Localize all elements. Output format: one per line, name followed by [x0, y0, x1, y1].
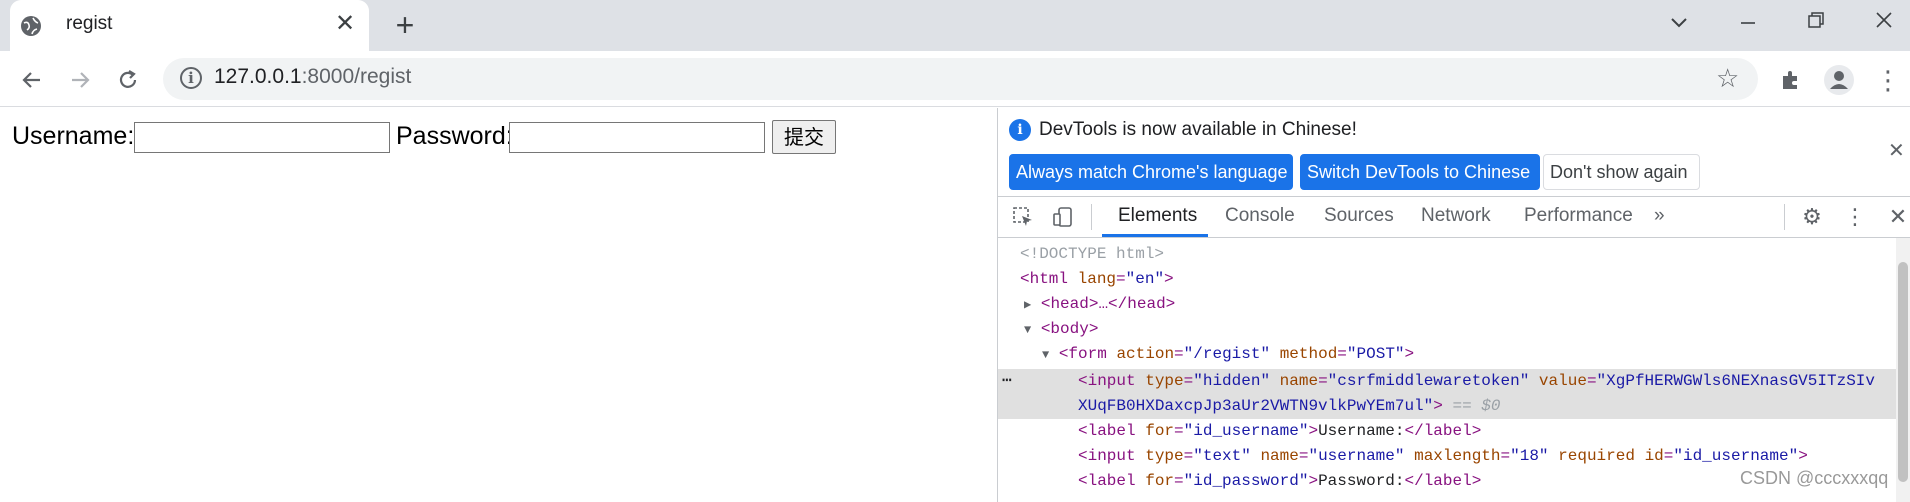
close-icon[interactable]: ✕ — [1888, 138, 1905, 163]
collapse-arrow-icon[interactable]: ▼ — [1042, 348, 1049, 362]
inspect-icon[interactable] — [1008, 202, 1038, 232]
close-icon[interactable]: ✕ — [1883, 202, 1910, 232]
password-label: Password: — [396, 122, 513, 150]
elements-tree: <!DOCTYPE html> <html lang="en"> ▶ <head… — [998, 238, 1896, 502]
tab-sources[interactable]: Sources — [1324, 205, 1394, 227]
switch-to-chinese-button[interactable]: Switch DevTools to Chinese — [1300, 154, 1540, 190]
dont-show-again-button[interactable]: Don't show again — [1543, 154, 1700, 190]
gear-icon[interactable]: ⚙ — [1797, 202, 1827, 232]
collapse-arrow-icon[interactable]: ▼ — [1024, 323, 1031, 337]
more-tabs-button[interactable]: » — [1654, 205, 1665, 227]
node-actions-icon[interactable]: ⋯ — [1002, 369, 1012, 394]
username-input[interactable] — [134, 122, 390, 153]
submit-button[interactable]: 提交 — [772, 120, 836, 154]
always-match-language-button[interactable]: Always match Chrome's language — [1009, 154, 1293, 190]
extensions-icon[interactable] — [1769, 58, 1813, 102]
minimize-icon[interactable] — [1714, 0, 1782, 44]
url-text[interactable]: 127.0.0.1:8000/regist — [214, 65, 411, 89]
tree-line-head[interactable]: ▶ <head>…</head> — [1024, 292, 1175, 317]
tree-line-body[interactable]: ▼ <body> — [1024, 317, 1098, 342]
info-icon[interactable]: i — [180, 67, 202, 89]
tab-performance[interactable]: Performance — [1524, 205, 1633, 227]
plus-icon[interactable]: + — [386, 7, 424, 45]
profile-icon[interactable] — [1817, 58, 1861, 102]
star-icon[interactable]: ☆ — [1716, 63, 1739, 94]
tree-line-input-username[interactable]: <input type="text" name="username" maxle… — [1078, 444, 1808, 469]
tab-title: regist — [66, 13, 113, 34]
forward-icon[interactable] — [58, 58, 102, 102]
toolbar-divider — [1784, 204, 1785, 230]
tab-elements[interactable]: Elements — [1118, 205, 1197, 227]
close-window-icon[interactable] — [1850, 0, 1910, 44]
reload-icon[interactable] — [106, 58, 150, 102]
toolbar-divider — [1091, 204, 1092, 230]
close-icon[interactable]: ✕ — [330, 9, 360, 39]
tree-line-form[interactable]: ▼ <form action="/regist" method="POST"> — [1042, 342, 1414, 367]
tree-line-input-hidden[interactable]: <input type="hidden" name="csrfmiddlewar… — [1078, 369, 1875, 394]
globe-icon — [20, 15, 42, 37]
kebab-menu-icon[interactable]: ⋮ — [1840, 202, 1870, 232]
tree-line-input-hidden-cont[interactable]: XUqFB0HXDaxcpJp3aUr2VWTN9vlkPwYEm7ul"> =… — [1078, 394, 1501, 419]
page-viewport — [0, 108, 997, 502]
back-icon[interactable] — [10, 58, 54, 102]
chevron-down-icon[interactable] — [1645, 0, 1713, 44]
language-banner-text: DevTools is now available in Chinese! — [1039, 119, 1357, 140]
username-label: Username: — [12, 122, 135, 150]
browser-tab[interactable] — [10, 0, 369, 51]
menu-icon[interactable]: ⋮ — [1866, 58, 1910, 102]
tab-console[interactable]: Console — [1225, 205, 1295, 227]
scrollbar-thumb[interactable] — [1898, 262, 1908, 482]
tree-line-label-username[interactable]: <label for="id_username">Username:</labe… — [1078, 419, 1481, 444]
password-input[interactable] — [509, 122, 765, 153]
tree-line-doctype[interactable]: <!DOCTYPE html> — [1020, 242, 1164, 267]
active-tab-indicator — [1102, 234, 1208, 237]
watermark: CSDN @cccxxxqq — [1740, 468, 1889, 488]
tree-line-html[interactable]: <html lang="en"> — [1020, 267, 1174, 292]
restore-icon[interactable] — [1782, 0, 1850, 44]
device-toggle-icon[interactable] — [1048, 202, 1078, 232]
info-icon: i — [1009, 119, 1031, 141]
tree-line-label-password[interactable]: <label for="id_password">Password:</labe… — [1078, 469, 1481, 494]
tab-network[interactable]: Network — [1421, 205, 1491, 227]
expand-arrow-icon[interactable]: ▶ — [1024, 298, 1031, 312]
